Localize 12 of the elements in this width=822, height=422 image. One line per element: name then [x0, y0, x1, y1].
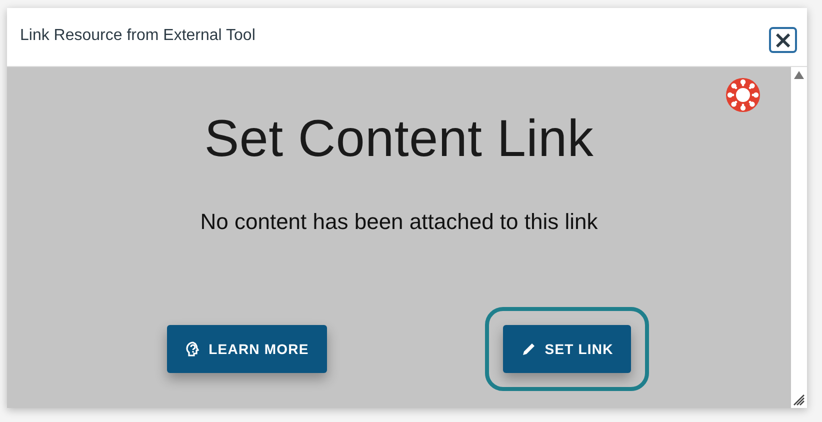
set-link-button[interactable]: SET LINK [502, 325, 632, 373]
message-text: No content has been attached to this link [200, 209, 598, 235]
logo-icon [726, 78, 760, 112]
learn-more-button[interactable]: LEARN MORE [166, 325, 327, 373]
scrollbar[interactable] [791, 67, 807, 408]
dialog-title: Link Resource from External Tool [20, 27, 256, 45]
resize-grip-icon[interactable] [793, 394, 805, 406]
scroll-up-icon[interactable] [794, 71, 804, 79]
pencil-icon [520, 341, 537, 357]
heading: Set Content Link [204, 109, 594, 169]
close-button[interactable]: × [769, 27, 797, 53]
help-head-icon [184, 341, 201, 357]
